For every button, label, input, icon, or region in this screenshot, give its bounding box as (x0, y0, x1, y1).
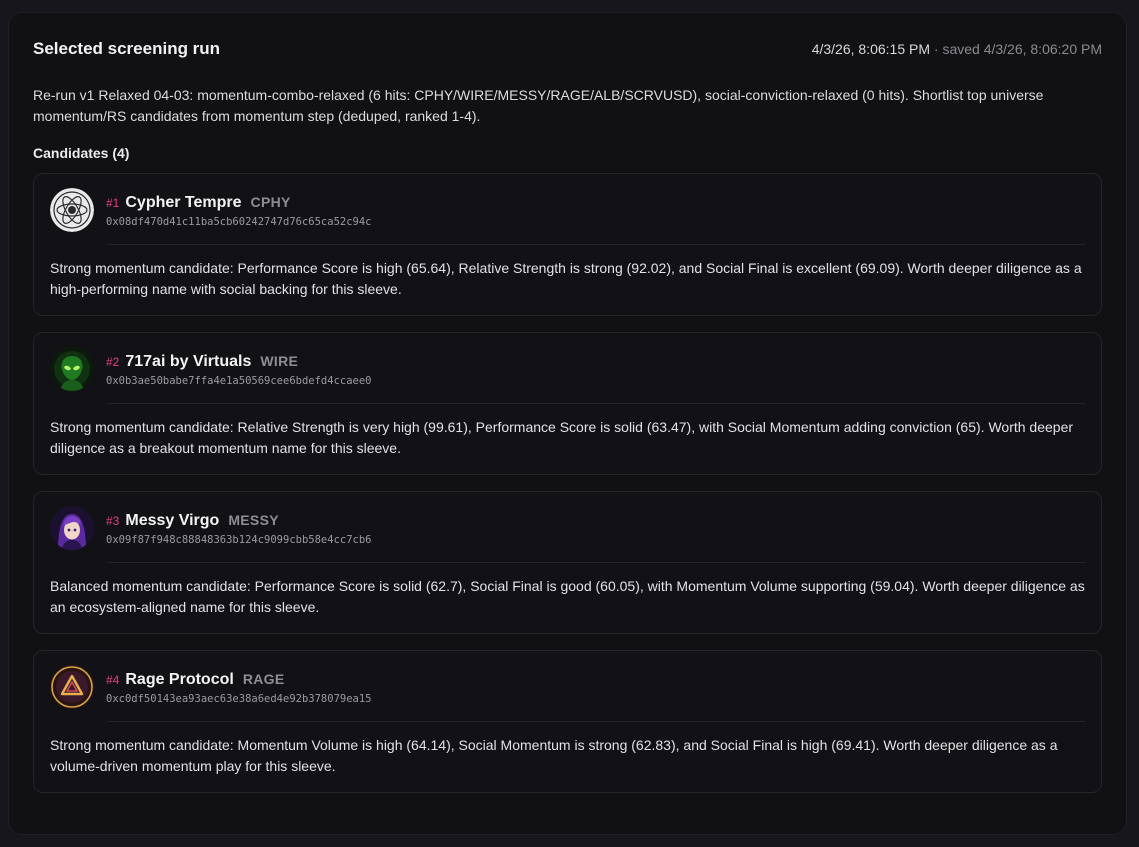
candidate-name: Cypher Tempre (125, 194, 242, 211)
candidate-address: 0x08df470d41c11ba5cb60242747d76c65ca52c9… (106, 216, 372, 228)
candidate-ticker: WIRE (260, 353, 299, 369)
candidate-card[interactable]: #4 Rage Protocol RAGE 0xc0df50143ea93aec… (33, 650, 1102, 793)
candidate-address: 0xc0df50143ea93aec63e38a6ed4e92b378079ea… (106, 693, 372, 705)
candidates-heading: Candidates (4) (33, 145, 130, 161)
candidate-description: Strong momentum candidate: Momentum Volu… (50, 737, 1058, 774)
candidate-address: 0x0b3ae50babe7ffa4e1a50569cee6bdefd4ccae… (106, 375, 372, 387)
candidate-description: Strong momentum candidate: Relative Stre… (50, 419, 1074, 456)
candidate-description: Strong momentum candidate: Performance S… (50, 260, 1082, 297)
candidate-name: Messy Virgo (125, 512, 220, 529)
card-divider (108, 403, 1085, 404)
anime-girl-logo-icon (50, 506, 94, 550)
candidate-address: 0x09f87f948c88848363b124c9099cbb58e4cc7c… (106, 534, 372, 546)
atom-logo-icon (50, 188, 94, 232)
run-time: 4/3/26, 8:06:15 PM (811, 41, 930, 57)
candidate-rank: #4 (106, 673, 120, 687)
card-divider (108, 562, 1085, 563)
run-summary: Re-run v1 Relaxed 04-03: momentum-combo-… (33, 87, 1044, 124)
candidate-list: #1 Cypher Tempre CPHY 0x08df470d41c11ba5… (33, 173, 1102, 793)
panel-header: Selected screening run 4/3/26, 8:06:15 P… (33, 39, 1102, 59)
alien-logo-icon (50, 347, 94, 391)
run-timestamp: 4/3/26, 8:06:15 PM · saved 4/3/26, 8:06:… (812, 41, 1102, 57)
candidate-ticker: MESSY (228, 512, 279, 528)
candidate-ticker: RAGE (242, 671, 285, 687)
candidate-ticker: CPHY (250, 194, 291, 210)
candidate-name: 717ai by Virtuals (125, 353, 252, 370)
card-divider (108, 244, 1085, 245)
panel-title: Selected screening run (33, 39, 221, 58)
saved-time: · saved 4/3/26, 8:06:20 PM (930, 41, 1102, 57)
candidate-card[interactable]: #2 717ai by Virtuals WIRE 0x0b3ae50babe7… (33, 332, 1102, 475)
candidate-name: Rage Protocol (125, 671, 234, 688)
card-divider (108, 721, 1085, 722)
candidate-rank: #3 (106, 514, 120, 528)
candidate-rank: #1 (106, 196, 120, 210)
screening-run-panel: Selected screening run 4/3/26, 8:06:15 P… (8, 12, 1127, 835)
candidate-card[interactable]: #3 Messy Virgo MESSY 0x09f87f948c8884836… (33, 491, 1102, 634)
candidate-card[interactable]: #1 Cypher Tempre CPHY 0x08df470d41c11ba5… (33, 173, 1102, 316)
candidate-rank: #2 (106, 355, 120, 369)
triangle-logo-icon (50, 665, 94, 709)
candidate-description: Balanced momentum candidate: Performance… (50, 578, 1085, 615)
